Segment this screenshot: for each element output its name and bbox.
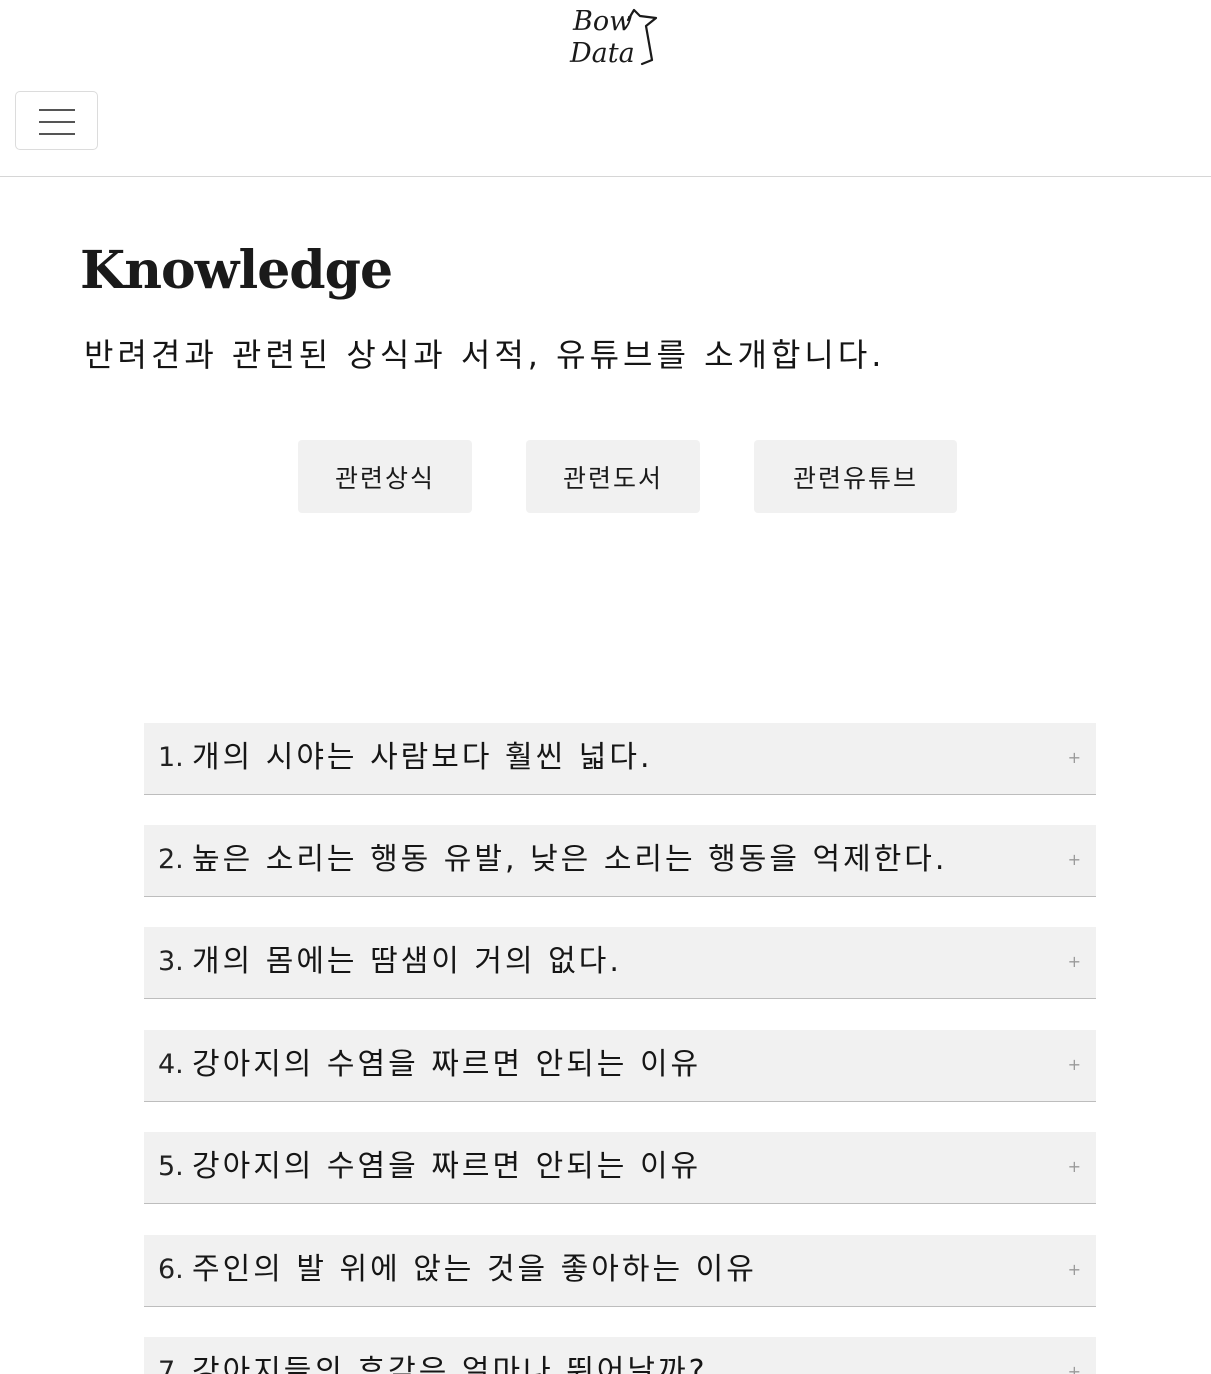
accordion-item-number: 3.	[158, 946, 184, 977]
accordion-item[interactable]: 6. 주인의 발 위에 앉는 것을 좋아하는 이유 +	[144, 1235, 1096, 1307]
hamburger-icon-bar	[39, 121, 75, 123]
hamburger-icon	[39, 109, 75, 111]
hamburger-menu-button[interactable]	[15, 91, 98, 150]
plus-icon[interactable]: +	[1068, 825, 1081, 895]
accordion-item[interactable]: 5. 강아지의 수염을 짜르면 안되는 이유 +	[144, 1132, 1096, 1204]
accordion-item[interactable]: 3. 개의 몸에는 땀샘이 거의 없다. +	[144, 927, 1096, 999]
category-button-books[interactable]: 관련도서	[526, 440, 700, 513]
plus-icon[interactable]: +	[1068, 723, 1081, 793]
accordion-item-title: 개의 시야는 사람보다 훨씬 넓다.	[192, 740, 653, 775]
accordion-item[interactable]: 2. 높은 소리는 행동 유발, 낮은 소리는 행동을 억제한다. +	[144, 825, 1096, 897]
accordion-item-number: 4.	[158, 1049, 184, 1080]
accordion-item-title: 강아지의 수염을 짜르면 안되는 이유	[192, 1047, 702, 1082]
accordion-item-title: 높은 소리는 행동 유발, 낮은 소리는 행동을 억제한다.	[192, 842, 948, 877]
site-header: Bow Data	[0, 0, 1211, 177]
bowdata-logo[interactable]: Bow Data	[566, 2, 664, 70]
accordion-item-number: 6.	[158, 1254, 184, 1285]
accordion-item[interactable]: 7. 강아지들의 후각은 얼마나 뛰어날까? +	[144, 1337, 1096, 1374]
hamburger-icon-bar	[39, 133, 75, 135]
accordion-item-number: 7.	[158, 1356, 184, 1374]
accordion-item-title: 주인의 발 위에 앉는 것을 좋아하는 이유	[192, 1252, 757, 1287]
accordion-item-number: 1.	[158, 742, 184, 773]
accordion-item[interactable]: 4. 강아지의 수염을 짜르면 안되는 이유 +	[144, 1030, 1096, 1102]
plus-icon[interactable]: +	[1068, 1337, 1081, 1374]
accordion-item-title: 개의 몸에는 땀샘이 거의 없다.	[192, 944, 622, 979]
accordion-item-number: 2.	[158, 844, 184, 875]
logo-text-line2: Data	[569, 38, 635, 69]
accordion-item-title: 강아지의 수염을 짜르면 안되는 이유	[192, 1149, 702, 1184]
accordion-item-title: 강아지들의 후각은 얼마나 뛰어날까?	[192, 1354, 708, 1374]
page-title: Knowledge	[80, 240, 393, 301]
plus-icon[interactable]: +	[1068, 1030, 1081, 1100]
category-button-common-sense[interactable]: 관련상식	[298, 440, 472, 513]
accordion-item-number: 5.	[158, 1151, 184, 1182]
plus-icon[interactable]: +	[1068, 1132, 1081, 1202]
logo-text-line1: Bow	[572, 6, 632, 37]
accordion-item[interactable]: 1. 개의 시야는 사람보다 훨씬 넓다. +	[144, 723, 1096, 795]
page: Bow Data Knowledge 반려견과 관련된 상식과 서적, 유튜브를…	[0, 0, 1211, 1374]
page-subtitle: 반려견과 관련된 상식과 서적, 유튜브를 소개합니다.	[84, 336, 886, 374]
category-button-youtube[interactable]: 관련유튜브	[754, 440, 957, 513]
plus-icon[interactable]: +	[1068, 1235, 1081, 1305]
plus-icon[interactable]: +	[1068, 927, 1081, 997]
